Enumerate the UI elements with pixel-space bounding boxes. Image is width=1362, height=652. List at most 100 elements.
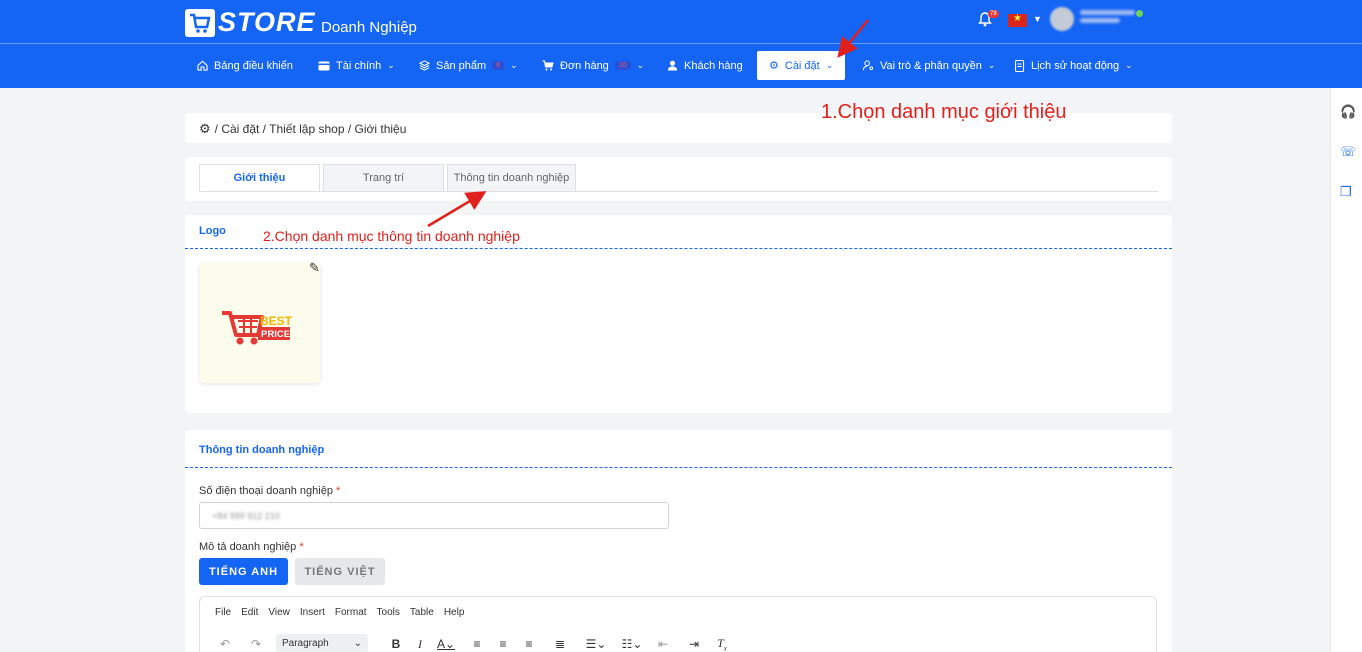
nav-dashboard-label: Bảng điều khiển	[214, 59, 293, 72]
chevron-down-icon: ⌄	[510, 60, 518, 70]
editor-menubar: File Edit View Insert Format Tools Table…	[215, 607, 474, 618]
numbered-list-icon[interactable]: ☷⌄	[614, 637, 650, 651]
align-center-icon[interactable]: ≡	[490, 637, 516, 651]
best-price-cart-icon: BEST PRICE	[222, 311, 293, 345]
redo-icon[interactable]: ↷	[236, 637, 276, 651]
chevron-down-icon: ⌄	[987, 60, 996, 70]
phone-value: +84 999 912 210	[212, 511, 280, 521]
phone-label-text: Số điện thoại doanh nghiệp	[199, 485, 333, 497]
menu-table[interactable]: Table	[410, 607, 434, 618]
store-logo[interactable]: STORE	[185, 7, 316, 38]
tab-decoration[interactable]: Trang trí	[323, 164, 444, 192]
gear-icon: ⚙	[769, 60, 779, 72]
nav-roles-label: Vai trò & phân quyền	[880, 59, 982, 72]
vietnam-flag-icon[interactable]: ★	[1008, 13, 1027, 27]
align-left-icon[interactable]: ≡	[464, 637, 490, 651]
phone-label: Số điện thoại doanh nghiệp *	[199, 485, 340, 497]
description-label-text: Mô tả doanh nghiệp	[199, 541, 297, 553]
italic-icon[interactable]: I	[410, 637, 430, 652]
language-caret-icon[interactable]: ▼	[1033, 14, 1042, 24]
nav-history[interactable]: Lịch sử hoạt động ⌄	[1015, 51, 1133, 80]
section-divider	[185, 248, 1172, 249]
nav-products[interactable]: Sản phẩm 8 ⌄	[419, 51, 518, 80]
nav-finance[interactable]: Tài chính ⌄	[318, 51, 395, 80]
align-right-icon[interactable]: ≡	[516, 637, 542, 651]
undo-icon[interactable]: ↶	[214, 637, 236, 651]
tab-introduction[interactable]: Giới thiệu	[199, 164, 320, 192]
block-format-value: Paragraph	[282, 638, 329, 649]
cart-icon	[542, 60, 554, 71]
top-bar: STORE Doanh Nghiệp 78 ★ ▼	[0, 0, 1362, 43]
tab-bar: Giới thiệu Trang trí Thông tin doanh ngh…	[199, 164, 579, 192]
breadcrumb-text[interactable]: / Cài đặt / Thiết lập shop / Giới thiệu	[215, 122, 407, 136]
tab-business-info[interactable]: Thông tin doanh nghiệp	[447, 164, 576, 192]
annotation-step-1: 1.Chọn danh mục giới thiệu	[821, 101, 1067, 123]
right-sidebar: 🎧 ☏ ❐	[1330, 88, 1362, 652]
headset-icon[interactable]: 🎧	[1340, 104, 1356, 120]
business-section-title: Thông tin doanh nghiệp	[199, 444, 325, 456]
nav-customers-label: Khách hàng	[684, 59, 743, 72]
cart-logo-icon	[185, 8, 215, 37]
nav-finance-label: Tài chính	[336, 59, 382, 72]
nav-history-label: Lịch sử hoạt động	[1031, 59, 1120, 72]
shop-logo-image: BEST PRICE	[200, 263, 320, 383]
vietnamese-tab-button[interactable]: TIẾNG VIỆT	[295, 558, 385, 585]
clear-format-icon[interactable]: Tx	[712, 636, 732, 652]
history-doc-icon	[1015, 59, 1025, 72]
menu-view[interactable]: View	[268, 607, 290, 618]
outdent-icon[interactable]: ⇤	[650, 637, 676, 651]
avatar[interactable]	[1050, 7, 1074, 31]
bold-icon[interactable]: B	[382, 637, 410, 651]
nav-orders[interactable]: Đơn hàng 10 ⌄	[542, 51, 644, 80]
editor-toolbar: ↶ ↷ Paragraph ⌄ B I A⌄ ≡ ≡ ≡ ≣ ☰⌄ ☷⌄ ⇤ ⇥ …	[214, 634, 732, 652]
user-icon	[667, 60, 678, 71]
notification-count-badge: 78	[988, 10, 999, 18]
logo-section-title: Logo	[199, 225, 226, 237]
gear-icon: ⚙	[199, 121, 211, 136]
block-format-select[interactable]: Paragraph ⌄	[276, 634, 368, 652]
menu-insert[interactable]: Insert	[300, 607, 325, 618]
chat-icon[interactable]: ❐	[1340, 184, 1352, 200]
tab-divider	[199, 191, 1158, 192]
chevron-down-icon: ⌄	[1125, 60, 1133, 70]
nav-dashboard[interactable]: Bảng điều khiển	[197, 51, 293, 80]
home-icon	[197, 60, 208, 71]
nav-settings[interactable]: ⚙ Cài đặt ⌄	[757, 51, 846, 80]
chevron-down-icon: ⌄	[353, 638, 362, 649]
menu-tools[interactable]: Tools	[377, 607, 400, 618]
user-key-icon	[863, 60, 874, 71]
nav-settings-label: Cài đặt	[784, 59, 820, 72]
menu-help[interactable]: Help	[444, 607, 465, 618]
nav-customers[interactable]: Khách hàng	[667, 51, 743, 80]
brand-subtitle: Doanh Nghiệp	[321, 19, 417, 36]
annotation-step-2: 2.Chọn danh mục thông tin doanh nghiệp	[263, 228, 520, 244]
phone-input[interactable]: +84 999 912 210	[199, 502, 669, 529]
chevron-down-icon: ⌄	[636, 60, 645, 70]
main-nav: Bảng điều khiển Tài chính ⌄ Sản phẩm 8 ⌄…	[0, 43, 1362, 88]
justify-icon[interactable]: ≣	[542, 637, 578, 651]
english-tab-button[interactable]: TIẾNG ANH	[199, 558, 288, 585]
products-count-badge: 8	[492, 61, 505, 70]
description-label: Mô tả doanh nghiệp *	[199, 541, 304, 553]
chevron-down-icon: ⌄	[387, 60, 395, 70]
bullet-list-icon[interactable]: ☰⌄	[578, 637, 614, 651]
wallet-icon	[318, 61, 330, 70]
edit-icon[interactable]: ✎	[309, 260, 320, 276]
online-status-dot	[1136, 10, 1143, 17]
orders-count-badge: 10	[614, 61, 631, 70]
phone-call-icon[interactable]: ☏	[1340, 144, 1356, 160]
text-color-icon[interactable]: A⌄	[430, 637, 462, 651]
menu-format[interactable]: Format	[335, 607, 367, 618]
menu-file[interactable]: File	[215, 607, 231, 618]
section-divider	[185, 467, 1172, 468]
breadcrumb: ⚙ / Cài đặt / Thiết lập shop / Giới thiệ…	[199, 121, 406, 137]
indent-icon[interactable]: ⇥	[676, 637, 712, 651]
required-mark: *	[336, 485, 341, 497]
logo-section	[185, 215, 1172, 413]
layers-icon	[419, 60, 430, 71]
logo-price-text: PRICE	[261, 329, 290, 340]
menu-edit[interactable]: Edit	[241, 607, 258, 618]
nav-roles[interactable]: Vai trò & phân quyền ⌄	[863, 51, 995, 80]
logo-text: STORE	[218, 7, 316, 37]
chevron-down-icon: ⌄	[825, 60, 834, 70]
